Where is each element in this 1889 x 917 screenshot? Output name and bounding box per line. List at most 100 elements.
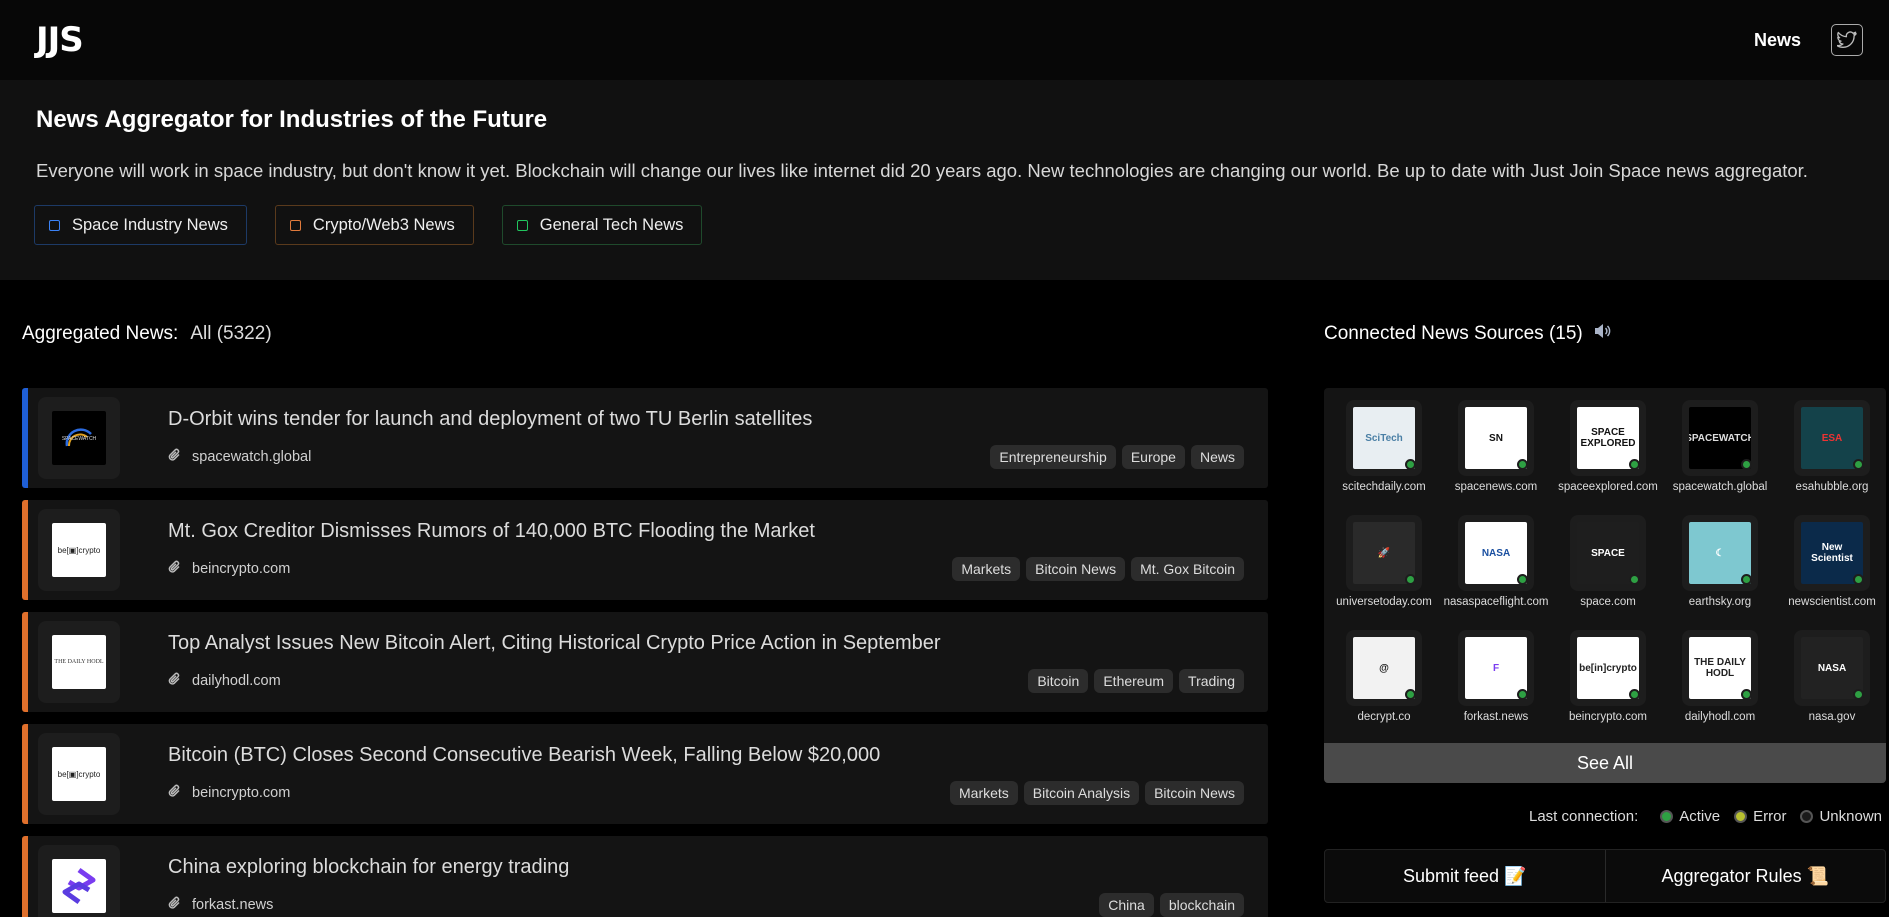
- see-all-button[interactable]: See All: [1324, 743, 1886, 783]
- tag[interactable]: Entrepreneurship: [990, 444, 1116, 469]
- news-body: Bitcoin (BTC) Closes Second Consecutive …: [168, 744, 1268, 805]
- status-dot-icon: [1853, 459, 1864, 470]
- news-thumbnail: be[▣]crypto: [38, 509, 120, 591]
- news-item[interactable]: be[▣]crypto Mt. Gox Creditor Dismisses Ru…: [22, 500, 1268, 600]
- top-navbar: JJS News: [0, 0, 1889, 80]
- legend-error: Error: [1734, 808, 1786, 825]
- tag[interactable]: Bitcoin: [1028, 668, 1089, 693]
- source-card[interactable]: ESA esahubble.org: [1776, 400, 1888, 507]
- source-card[interactable]: be[in]crypto beincrypto.com: [1552, 630, 1664, 737]
- news-source[interactable]: beincrypto.com: [168, 783, 290, 803]
- source-logo-frame: NASA: [1458, 515, 1534, 591]
- nav-link-news[interactable]: News: [1754, 30, 1801, 51]
- source-name: spacewatch.global: [1672, 481, 1768, 493]
- source-card[interactable]: SPACE EXPLORED spaceexplored.com: [1552, 400, 1664, 507]
- news-source[interactable]: forkast.news: [168, 895, 273, 915]
- status-dot-icon: [1405, 574, 1416, 585]
- tag[interactable]: Markets: [950, 780, 1018, 805]
- news-item[interactable]: SPACEWATCH D-Orbit wins tender for launch…: [22, 388, 1268, 488]
- source-card[interactable]: NASA nasa.gov: [1776, 630, 1888, 737]
- top-nav-right: News: [1754, 24, 1863, 56]
- logo[interactable]: JJS: [36, 20, 84, 60]
- source-name: esahubble.org: [1795, 481, 1869, 493]
- tag[interactable]: Bitcoin News: [1145, 780, 1244, 805]
- news-title[interactable]: D-Orbit wins tender for launch and deplo…: [168, 408, 1244, 431]
- source-logo-frame: SN: [1458, 400, 1534, 476]
- news-item[interactable]: THE DAILY HODL Top Analyst Issues New Bit…: [22, 612, 1268, 712]
- paperclip-icon: [168, 447, 182, 467]
- aggregator-rules-button[interactable]: Aggregator Rules 📜: [1604, 850, 1886, 902]
- news-item[interactable]: be[▣]crypto Bitcoin (BTC) Closes Second C…: [22, 724, 1268, 824]
- source-card[interactable]: SciTech scitechdaily.com: [1328, 400, 1440, 507]
- source-name: newscientist.com: [1788, 596, 1876, 608]
- news-thumbnail: THE DAILY HODL: [38, 621, 120, 703]
- legend-active: Active: [1660, 808, 1720, 825]
- news-meta: forkast.news China blockchain: [168, 892, 1244, 917]
- svg-text:SPACEWATCH: SPACEWATCH: [62, 436, 97, 442]
- source-card[interactable]: Fforkast.news: [1440, 630, 1552, 737]
- tag-list: China blockchain: [1099, 892, 1244, 917]
- status-dot-icon: [1853, 689, 1864, 700]
- category-filters: Space Industry News Crypto/Web3 News Gen…: [34, 205, 1853, 245]
- source-name: decrypt.co: [1357, 711, 1411, 723]
- main-content: Aggregated News: All (5322) SPACEWATCH D-…: [0, 280, 1889, 917]
- news-title[interactable]: Mt. Gox Creditor Dismisses Rumors of 140…: [168, 520, 1244, 543]
- news-title[interactable]: China exploring blockchain for energy tr…: [168, 856, 1244, 879]
- status-dot-icon: [1629, 574, 1640, 585]
- paperclip-icon: [168, 559, 182, 579]
- filter-crypto-web3[interactable]: Crypto/Web3 News: [274, 205, 474, 245]
- legend-item-label: Unknown: [1819, 807, 1882, 825]
- speaker-icon[interactable]: [1593, 323, 1611, 345]
- tag[interactable]: blockchain: [1159, 892, 1244, 917]
- news-list: SPACEWATCH D-Orbit wins tender for launch…: [22, 388, 1268, 917]
- sources-header: Connected News Sources (15): [1324, 280, 1884, 388]
- source-card[interactable]: ☾ earthsky.org: [1664, 515, 1776, 622]
- tag[interactable]: Markets: [952, 556, 1021, 581]
- tag[interactable]: Mt. Gox Bitcoin: [1131, 556, 1244, 581]
- tag[interactable]: Ethereum: [1094, 668, 1174, 693]
- status-dot-icon: [1517, 459, 1528, 470]
- news-source[interactable]: spacewatch.global: [168, 447, 311, 467]
- source-card[interactable]: 🚀 universetoday.com: [1328, 515, 1440, 622]
- filter-general-tech[interactable]: General Tech News: [501, 205, 703, 245]
- submit-feed-button[interactable]: Submit feed 📝: [1325, 850, 1605, 902]
- news-item[interactable]: China exploring blockchain for energy tr…: [22, 836, 1268, 917]
- category-accent-bar: [22, 724, 28, 824]
- twitter-icon[interactable]: [1831, 24, 1863, 56]
- news-count-filter[interactable]: All (5322): [190, 323, 271, 345]
- status-dot-icon: [1800, 809, 1814, 823]
- tag[interactable]: News: [1190, 444, 1244, 469]
- source-logo-frame: 🚀: [1346, 515, 1422, 591]
- source-logo-frame: ESA: [1794, 400, 1870, 476]
- source-card[interactable]: SPACEWATCH spacewatch.global: [1664, 400, 1776, 507]
- source-card[interactable]: New Scientist newscientist.com: [1776, 515, 1888, 622]
- source-card[interactable]: NASA nasaspaceflight.com: [1440, 515, 1552, 622]
- source-card[interactable]: SN spacenews.com: [1440, 400, 1552, 507]
- source-card[interactable]: SPACE space.com: [1552, 515, 1664, 622]
- filter-label: Crypto/Web3 News: [312, 215, 455, 234]
- status-dot-icon: [1629, 459, 1640, 470]
- category-accent-bar: [22, 612, 28, 712]
- source-name: earthsky.org: [1688, 596, 1752, 608]
- source-card[interactable]: THE DAILY HODL dailyhodl.com: [1664, 630, 1776, 737]
- news-body: D-Orbit wins tender for launch and deplo…: [168, 408, 1268, 469]
- source-name: forkast.news: [192, 896, 274, 913]
- source-name: beincrypto.com: [192, 784, 291, 801]
- news-title[interactable]: Top Analyst Issues New Bitcoin Alert, Ci…: [168, 632, 1244, 655]
- status-dot-icon: [1660, 809, 1674, 823]
- tag[interactable]: Europe: [1121, 444, 1185, 469]
- news-source[interactable]: beincrypto.com: [168, 559, 290, 579]
- news-title[interactable]: Bitcoin (BTC) Closes Second Consecutive …: [168, 744, 1244, 767]
- news-source[interactable]: dailyhodl.com: [168, 671, 281, 691]
- filter-label: Space Industry News: [72, 215, 228, 234]
- category-accent-bar: [22, 388, 28, 488]
- tag[interactable]: Bitcoin Analysis: [1023, 780, 1140, 805]
- tag[interactable]: Trading: [1179, 668, 1244, 693]
- source-card[interactable]: @ decrypt.co: [1328, 630, 1440, 737]
- tag[interactable]: Bitcoin News: [1026, 556, 1126, 581]
- tag[interactable]: China: [1099, 892, 1154, 917]
- status-dot-icon: [1741, 689, 1752, 700]
- filter-space-industry[interactable]: Space Industry News: [34, 205, 247, 245]
- source-logo-frame: @: [1346, 630, 1422, 706]
- source-name: spaceexplored.com: [1558, 481, 1658, 493]
